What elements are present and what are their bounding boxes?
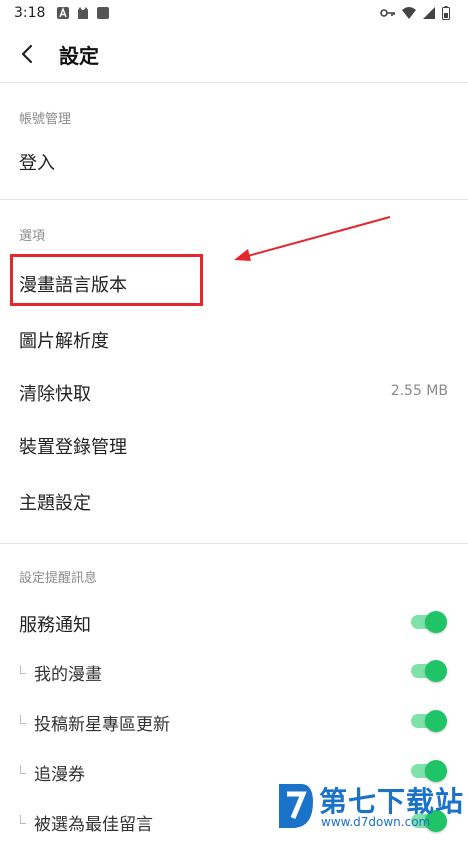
wifi-icon — [402, 7, 416, 19]
header-divider — [0, 82, 468, 83]
notification-row-service: 服務通知 — [0, 598, 468, 648]
a-notification-icon — [57, 7, 69, 19]
toggle-knob — [425, 660, 447, 682]
cache-size-value: 2.55 MB — [390, 383, 448, 399]
section-header-options: 選項 — [19, 229, 46, 244]
service-notification-toggle[interactable] — [411, 611, 447, 633]
app-bar: 設定 — [0, 28, 468, 82]
section-divider-options — [0, 543, 468, 544]
notification-label: 投稿新星專區更新 — [34, 715, 170, 735]
sub-item-marker — [20, 665, 26, 674]
notification-label: 我的漫畫 — [34, 665, 102, 685]
d7-logo-icon — [279, 784, 313, 828]
notification-label: 服務通知 — [19, 615, 91, 636]
sub-item-marker — [20, 765, 26, 774]
notification-label: 追漫券 — [34, 765, 85, 785]
notification-row-my-comics: 我的漫畫 — [0, 647, 468, 697]
watermark-url: www.d7down.com — [321, 815, 431, 829]
theme-label: 主題設定 — [19, 493, 91, 514]
sub-item-marker — [20, 815, 26, 824]
image-resolution-row[interactable]: 圖片解析度 — [0, 314, 468, 364]
section-header-notifications: 設定提醒訊息 — [19, 571, 98, 586]
annotation-arrow-icon — [234, 216, 391, 261]
toggle-knob — [425, 611, 447, 633]
device-login-row[interactable]: 裝置登錄管理 — [0, 420, 468, 470]
image-resolution-label: 圖片解析度 — [19, 331, 109, 352]
notification-row-submission: 投稿新星專區更新 — [0, 697, 468, 747]
section-header-account: 帳號管理 — [19, 112, 72, 127]
clear-cache-label: 清除快取 — [19, 384, 91, 405]
status-time: 3:18 — [14, 5, 46, 21]
cat-notification-icon — [78, 7, 88, 19]
highlight-box — [10, 254, 203, 306]
my-comics-toggle[interactable] — [411, 660, 447, 682]
signal-icon — [423, 7, 435, 19]
watermark: 第七下载站 www.d7down.com — [275, 778, 468, 832]
login-label: 登入 — [19, 153, 55, 174]
status-notification-icons — [56, 6, 110, 20]
submission-update-toggle[interactable] — [411, 710, 447, 732]
back-icon[interactable] — [14, 40, 42, 68]
theme-row[interactable]: 主題設定 — [0, 476, 468, 526]
page-title: 設定 — [59, 44, 99, 68]
clear-cache-row[interactable]: 清除快取 2.55 MB — [0, 367, 468, 417]
status-system-icons — [380, 6, 450, 20]
section-divider-account — [0, 199, 468, 200]
notification-label: 被選為最佳留言 — [34, 815, 153, 835]
status-bar: 3:18 — [0, 0, 468, 28]
key-icon — [380, 9, 395, 17]
device-login-label: 裝置登錄管理 — [19, 437, 127, 458]
toggle-knob — [425, 710, 447, 732]
watermark-brand: 第七下载站 — [319, 785, 465, 818]
battery-icon — [442, 6, 450, 20]
login-row[interactable]: 登入 — [0, 136, 468, 186]
sub-item-marker — [20, 715, 26, 724]
square-notification-icon — [97, 7, 109, 19]
